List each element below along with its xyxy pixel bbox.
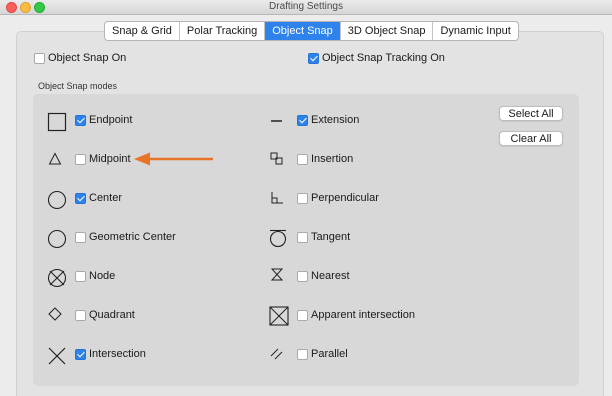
perpendicular-label: Perpendicular — [311, 192, 379, 204]
quadrant-checkbox[interactable] — [75, 310, 86, 321]
node-label: Node — [89, 270, 116, 282]
extension-label: Extension — [311, 114, 360, 126]
intersection-icon — [48, 347, 66, 365]
quadrant-icon — [48, 307, 62, 321]
object-snap-on-label: Object Snap On — [48, 52, 127, 64]
apparent-intersection-label: Apparent intersection — [311, 309, 415, 321]
tab-3d-object-snap[interactable]: 3D Object Snap — [341, 22, 434, 40]
object-snap-tracking-on-label: Object Snap Tracking On — [322, 52, 445, 64]
center-checkbox[interactable] — [75, 193, 86, 204]
endpoint-label: Endpoint — [89, 114, 133, 126]
endpoint-checkbox[interactable] — [75, 115, 86, 126]
geometric-center-icon — [47, 229, 67, 249]
center-icon — [47, 190, 67, 210]
apparent-intersection-checkbox[interactable] — [297, 310, 308, 321]
geometric-center-checkbox[interactable] — [75, 232, 86, 243]
node-icon — [47, 268, 67, 288]
parallel-label: Parallel — [311, 348, 348, 360]
nearest-label: Nearest — [311, 270, 350, 282]
intersection-label: Intersection — [89, 348, 146, 360]
midpoint-checkbox[interactable] — [75, 154, 86, 165]
extension-checkbox[interactable] — [297, 115, 308, 126]
tangent-label: Tangent — [311, 231, 351, 243]
window-title: Drafting Settings — [269, 1, 343, 12]
annotation-arrow-icon — [134, 152, 213, 166]
quadrant-label: Quadrant — [89, 309, 135, 321]
geometric-center-label: Geometric Center — [89, 231, 176, 243]
tab-snap-and-grid[interactable]: Snap & Grid — [105, 22, 180, 40]
perpendicular-icon — [271, 192, 283, 204]
parallel-icon — [270, 348, 283, 360]
insertion-icon — [270, 152, 283, 165]
object-snap-tracking-on-checkbox[interactable] — [308, 53, 319, 64]
insertion-checkbox[interactable] — [297, 154, 308, 165]
nearest-icon — [270, 268, 284, 281]
node-checkbox[interactable] — [75, 271, 86, 282]
midpoint-label: Midpoint — [89, 153, 131, 165]
tab-bar: Snap & Grid Polar Tracking Object Snap 3… — [104, 21, 519, 41]
object-snap-on-checkbox[interactable] — [34, 53, 45, 64]
tangent-checkbox[interactable] — [297, 232, 308, 243]
tab-polar-tracking[interactable]: Polar Tracking — [180, 22, 266, 40]
clear-all-button[interactable]: Clear All — [499, 131, 563, 146]
title-bar: Drafting Settings — [0, 0, 612, 15]
tab-dynamic-input[interactable]: Dynamic Input — [433, 22, 517, 40]
apparent-intersection-icon — [269, 306, 289, 326]
intersection-checkbox[interactable] — [75, 349, 86, 360]
midpoint-icon — [48, 152, 62, 165]
select-all-button[interactable]: Select All — [499, 106, 563, 121]
insertion-label: Insertion — [311, 153, 354, 165]
extension-icon — [271, 120, 282, 122]
parallel-checkbox[interactable] — [297, 349, 308, 360]
endpoint-icon — [47, 112, 67, 132]
group-label: Object Snap modes — [38, 81, 118, 91]
tangent-icon — [269, 229, 287, 248]
perpendicular-checkbox[interactable] — [297, 193, 308, 204]
tab-object-snap[interactable]: Object Snap — [265, 22, 341, 40]
center-label: Center — [89, 192, 123, 204]
nearest-checkbox[interactable] — [297, 271, 308, 282]
